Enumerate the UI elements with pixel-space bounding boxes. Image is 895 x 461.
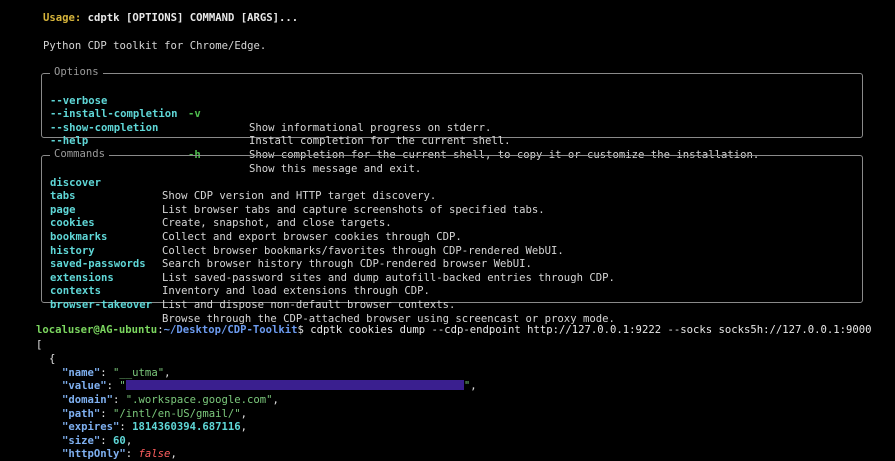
json-key: "size"	[62, 435, 101, 447]
json-line-name: "name": "__utma",	[62, 367, 171, 379]
option-desc: Install completion for the current shell…	[249, 135, 511, 148]
option-row: --help -h Show this message and exit.	[42, 122, 862, 174]
command-row: tabs List browser tabs and capture scree…	[42, 177, 862, 216]
option-row: --install-completion Install completion …	[42, 95, 862, 147]
usage-command: cdptk [OPTIONS] COMMAND [ARGS]...	[87, 12, 299, 24]
command-desc: List and dispose non-default browser con…	[162, 298, 456, 311]
shell-prompt-line[interactable]: localuser@AG-ubuntu:~/Desktop/CDP-Toolki…	[36, 324, 872, 338]
commands-panel-title: Commands	[50, 148, 110, 162]
json-line-path: "path": "/intl/en-US/gmail/",	[62, 408, 247, 420]
json-line-httponly: "httpOnly": false,	[62, 448, 177, 460]
command-name: browser-takeover	[50, 298, 153, 311]
option-name: --help	[50, 135, 89, 148]
prompt-command: cdptk cookies dump --cdp-endpoint http:/…	[303, 324, 872, 336]
json-line-domain: "domain": ".workspace.google.com",	[62, 394, 279, 406]
json-number-value: 60	[113, 435, 126, 447]
json-line-size: "size": 60,	[62, 435, 133, 447]
usage-label: Usage:	[43, 12, 82, 24]
json-key: "httpOnly"	[62, 448, 126, 460]
json-bool-value: false	[138, 448, 171, 460]
redaction-bar	[125, 380, 464, 390]
options-panel-title: Options	[50, 66, 103, 80]
commands-panel: Commands discover Show CDP version and H…	[41, 148, 863, 325]
command-row: bookmarks Collect browser bookmarks/favo…	[42, 217, 862, 257]
tool-description: Python CDP toolkit for Chrome/Edge.	[43, 40, 267, 52]
command-row: discover Show CDP version and HTTP targe…	[42, 163, 862, 203]
json-key: "domain"	[62, 394, 114, 406]
command-row: page Create, snapshot, and close targets…	[42, 190, 862, 230]
json-string-close-quote: "	[463, 380, 471, 392]
json-key: "expires"	[62, 421, 120, 433]
command-row: cookies Collect and export browser cooki…	[42, 204, 862, 243]
option-row: --show-completion Show completion for th…	[42, 108, 862, 161]
prompt-path: ~/Desktop/CDP-Toolkit	[163, 324, 298, 336]
usage-line: Usage: cdptk [OPTIONS] COMMAND [ARGS]...	[43, 12, 298, 26]
json-string-value: "__utma"	[113, 367, 165, 379]
command-row: saved-passwords List saved-password site…	[42, 245, 862, 284]
command-row: history Search browser history through C…	[42, 231, 862, 271]
json-open-bracket: [	[36, 339, 43, 351]
json-string-value: ".workspace.google.com"	[125, 394, 273, 406]
command-row: extensions Inventory and load extensions…	[42, 258, 862, 298]
json-line-expires: "expires": 1814360394.687116,	[62, 421, 247, 433]
json-key: "name"	[62, 367, 101, 379]
command-row: contexts List and dispose non-default br…	[42, 272, 862, 311]
command-row: browser-takeover Browse through the CDP-…	[42, 285, 862, 325]
json-key: "value"	[62, 380, 107, 392]
json-number-value: 1814360394.687116	[132, 421, 241, 433]
prompt-user-host: localuser@AG-ubuntu	[36, 324, 158, 336]
json-line-value: "value": " ",	[62, 380, 477, 392]
option-row: --verbose -v Show informational progress…	[42, 81, 862, 134]
json-open-brace: {	[49, 353, 56, 365]
options-panel: Options --verbose -v Show informational …	[41, 66, 863, 175]
json-string-value: "/intl/en-US/gmail/"	[113, 408, 241, 420]
json-key: "path"	[62, 408, 101, 420]
